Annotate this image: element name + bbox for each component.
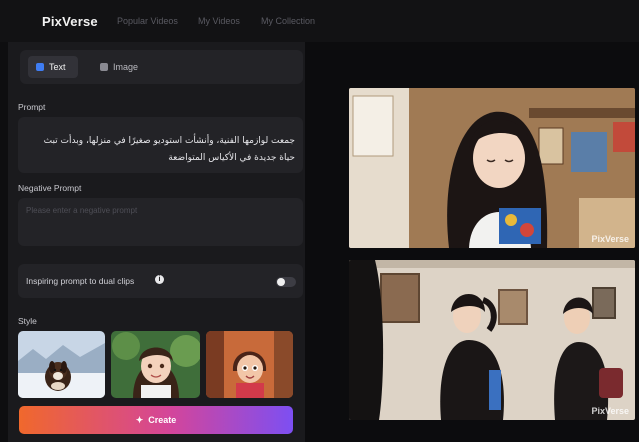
image-icon — [100, 63, 108, 71]
dual-clips-toggle[interactable] — [276, 277, 296, 287]
prompt-input[interactable]: جمعت لوازمها الفنية، وأنشأت استوديو صغير… — [18, 117, 303, 173]
tab-image-label: Image — [113, 62, 139, 72]
create-button-label: Create — [148, 415, 177, 425]
negative-prompt-input[interactable]: Please enter a negative prompt — [18, 198, 303, 246]
video-watermark: PixVerse — [591, 234, 629, 244]
video-watermark: PixVerse — [591, 406, 629, 416]
nav-my-videos[interactable]: My Videos — [198, 16, 240, 26]
nav-my-collection[interactable]: My Collection — [261, 16, 315, 26]
prompt-value: جمعت لوازمها الفنية، وأنشأت استوديو صغير… — [43, 136, 295, 163]
style-option-dog[interactable] — [18, 331, 105, 398]
tab-text-label: Text — [49, 62, 66, 72]
video-thumbnail-gallery — [349, 260, 635, 420]
text-icon — [36, 63, 44, 71]
anime-girl-thumbnail — [111, 331, 200, 398]
negative-prompt-label: Negative Prompt — [18, 183, 82, 193]
video-card[interactable]: PixVerse — [349, 260, 635, 420]
video-results: PixVerse PixVerse — [305, 42, 639, 442]
prompt-label: Prompt — [18, 102, 46, 112]
pixverse-logo[interactable]: PixVerse — [42, 14, 98, 29]
toggle-knob — [277, 278, 285, 286]
top-bar: PixVerse Popular Videos My Videos My Col… — [0, 0, 639, 42]
negative-prompt-placeholder: Please enter a negative prompt — [26, 206, 138, 215]
info-icon[interactable]: i — [155, 275, 164, 284]
generation-panel: Text Image Prompt جمعت لوازمها الفنية، و… — [8, 42, 305, 442]
dog-snow-thumbnail — [18, 331, 105, 398]
video-thumbnail-girl-painting — [349, 88, 635, 248]
style-picker — [18, 331, 305, 398]
create-button[interactable]: ✦ Create — [19, 406, 293, 434]
tab-image[interactable]: Image — [92, 56, 152, 78]
dual-clips-label: Inspiring prompt to dual clips — [26, 276, 135, 286]
mode-tabs: Text Image — [20, 50, 303, 84]
dual-clips-row: Inspiring prompt to dual clips i — [18, 264, 303, 298]
sparkle-icon: ✦ — [135, 414, 144, 425]
app-window: PixVerse Popular Videos My Videos My Col… — [0, 0, 639, 442]
video-card[interactable]: PixVerse — [349, 88, 635, 248]
style-option-anime[interactable] — [111, 331, 200, 398]
style-option-cartoon[interactable] — [206, 331, 293, 398]
style-label: Style — [18, 316, 37, 326]
nav-popular-videos[interactable]: Popular Videos — [117, 16, 178, 26]
tab-text[interactable]: Text — [28, 56, 78, 78]
cartoon-kid-thumbnail — [206, 331, 293, 398]
